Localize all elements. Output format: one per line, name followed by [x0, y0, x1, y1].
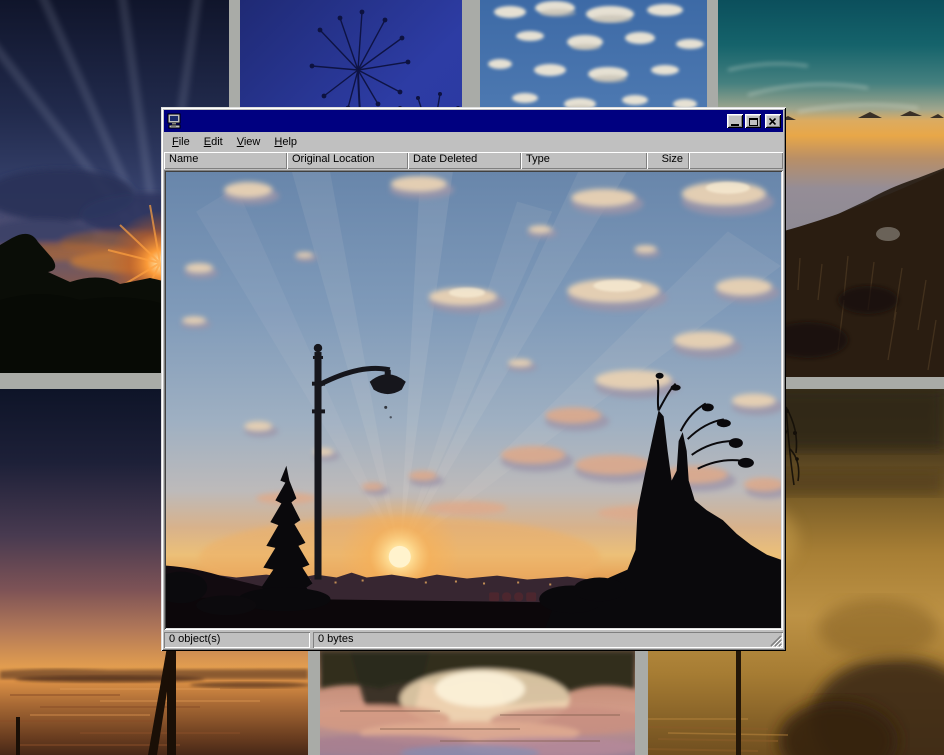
- menu-help[interactable]: Help: [267, 134, 304, 150]
- menu-edit[interactable]: Edit: [197, 134, 230, 150]
- column-headers: Name Original Location Date Deleted Type…: [164, 152, 783, 169]
- desktop: { "window": { "title": "", "icons": { "w…: [0, 0, 944, 755]
- maximize-button[interactable]: [745, 114, 761, 128]
- menu-view[interactable]: View: [230, 134, 268, 150]
- menu-bar: File Edit View Help: [164, 132, 783, 152]
- column-header-original-location[interactable]: Original Location: [287, 152, 408, 169]
- status-bar: 0 object(s) 0 bytes: [164, 632, 783, 648]
- computer-icon: [167, 113, 183, 129]
- list-view-area[interactable]: [164, 170, 783, 630]
- lamp-post-sunset-photo: [166, 172, 781, 628]
- column-header-size[interactable]: Size: [647, 152, 689, 169]
- resize-grip-icon[interactable]: [769, 634, 782, 647]
- column-header-blank[interactable]: [689, 152, 783, 169]
- column-header-type[interactable]: Type: [521, 152, 647, 169]
- recycle-bin-window: File Edit View Help Name Original Locati…: [161, 107, 786, 651]
- close-button[interactable]: [765, 114, 781, 128]
- column-header-name[interactable]: Name: [164, 152, 287, 169]
- title-bar[interactable]: [164, 110, 783, 132]
- status-size: 0 bytes: [313, 632, 783, 648]
- column-header-date-deleted[interactable]: Date Deleted: [408, 152, 521, 169]
- close-icon: [769, 118, 777, 125]
- minimize-button[interactable]: [727, 114, 743, 128]
- minimize-icon: [731, 124, 739, 126]
- status-object-count: 0 object(s): [164, 632, 310, 648]
- status-size-text: 0 bytes: [318, 633, 353, 645]
- menu-file[interactable]: File: [165, 134, 197, 150]
- maximize-icon: [749, 118, 758, 126]
